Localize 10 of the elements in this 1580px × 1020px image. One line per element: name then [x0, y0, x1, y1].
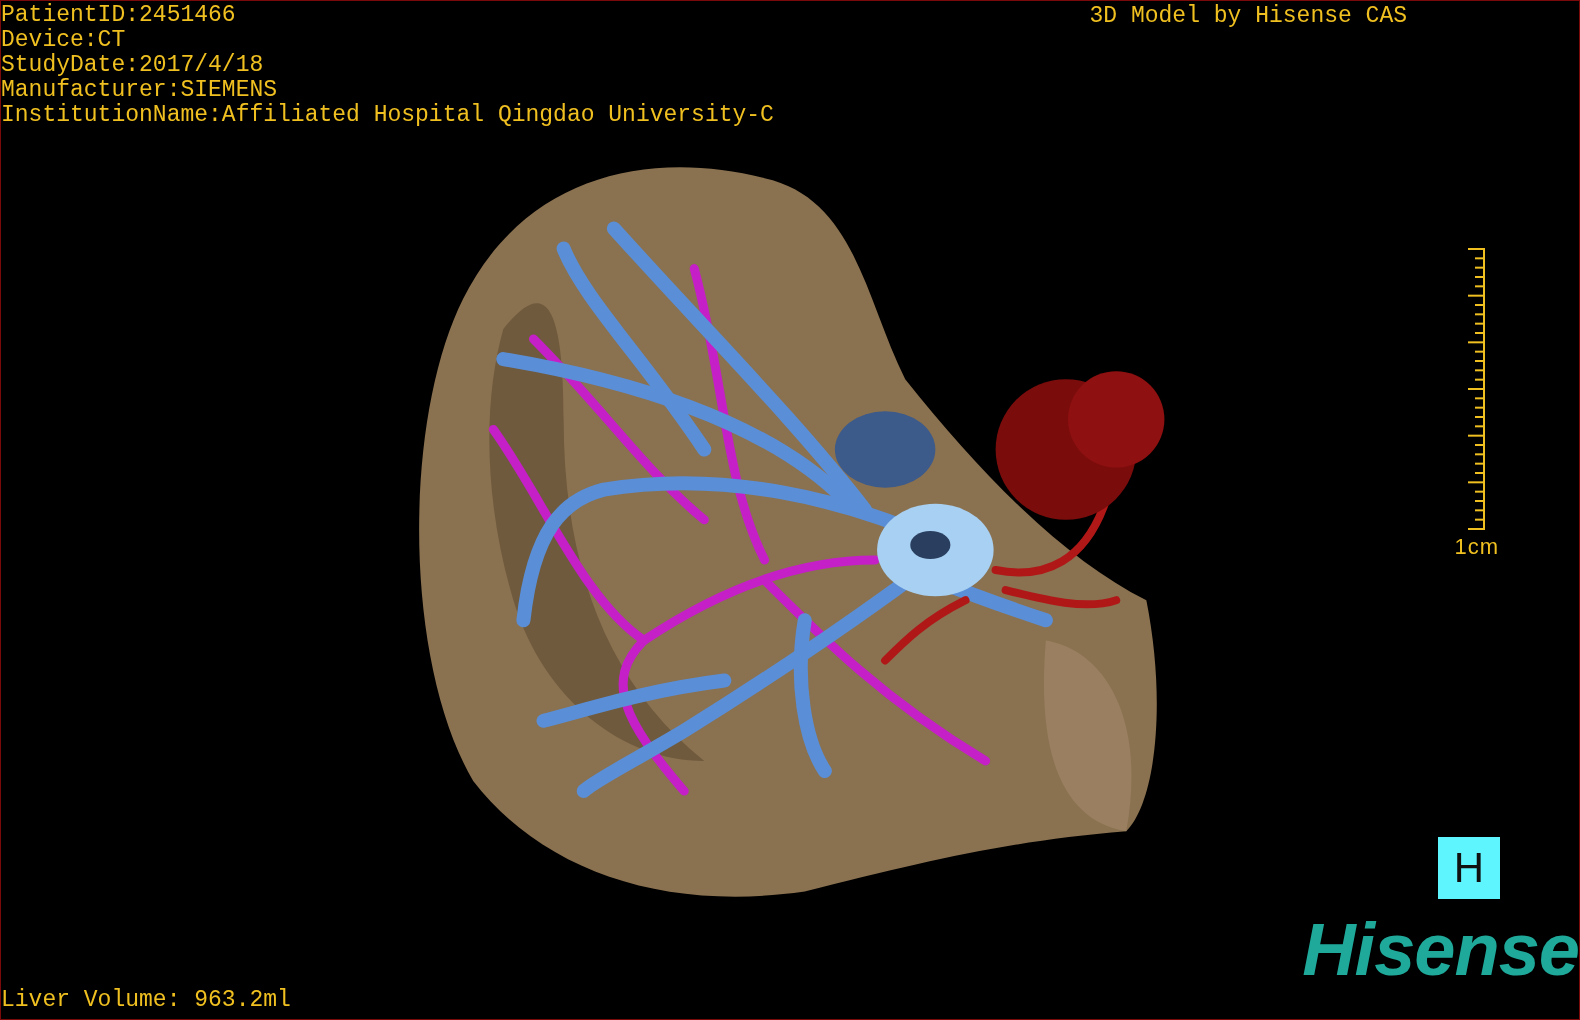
viewer-title: 3D Model by Hisense CAS [1089, 2, 1408, 29]
patient-info-line: Device:CT [1, 28, 127, 53]
liver-volume-label: Liver Volume: 963.2ml [1, 987, 292, 1015]
patient-info-line: InstitutionName:Affiliated Hospital Qingdao University-C [1, 103, 774, 128]
orientation-button[interactable]: H [1438, 837, 1500, 899]
scale-label: 1cm [1454, 534, 1499, 560]
patient-info-line: StudyDate:2017/4/18 [1, 53, 265, 78]
brand-logo: Hisense [1302, 913, 1579, 987]
patient-info-line: Manufacturer:SIEMENS [1, 78, 279, 103]
patient-info-line: PatientID:2451466 [1, 3, 237, 28]
